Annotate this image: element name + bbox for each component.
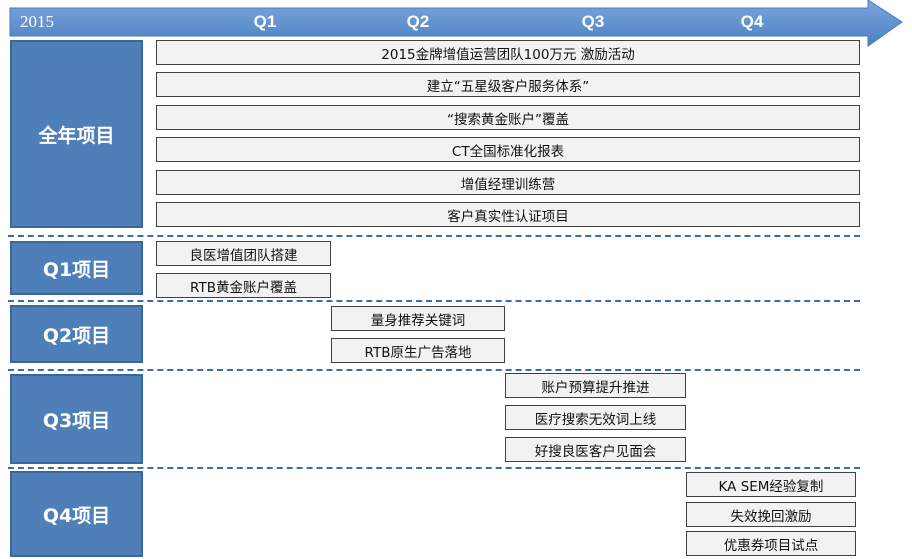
task-item: 优惠券项目试点 bbox=[686, 531, 856, 556]
task-item: KA SEM经验复制 bbox=[686, 472, 856, 497]
task-item: 增值经理训练营 bbox=[156, 170, 860, 195]
task-item: 良医增值团队搭建 bbox=[156, 241, 331, 266]
section-q1: Q1项目 bbox=[10, 241, 143, 295]
timeline-q1: Q1 bbox=[253, 12, 277, 31]
task-item: 量身推荐关键词 bbox=[331, 306, 505, 331]
task-item: 医疗搜索无效词上线 bbox=[505, 405, 686, 430]
timeline-q4: Q4 bbox=[740, 12, 764, 31]
timeline-q2: Q2 bbox=[406, 12, 430, 31]
task-item: RTB黄金账户覆盖 bbox=[156, 273, 331, 298]
section-full-year: 全年项目 bbox=[10, 40, 143, 228]
section-divider bbox=[8, 369, 860, 371]
task-item: 建立“五星级客户服务体系” bbox=[156, 72, 860, 97]
section-q4: Q4项目 bbox=[10, 471, 143, 557]
section-divider bbox=[8, 235, 860, 237]
timeline-q3: Q3 bbox=[581, 12, 605, 31]
task-item: 2015金牌增值运营团队100万元 激励活动 bbox=[156, 40, 860, 65]
timeline-year: 2015 bbox=[20, 12, 54, 31]
task-item: 账户预算提升推进 bbox=[505, 373, 686, 398]
section-divider bbox=[8, 467, 860, 469]
section-q3: Q3项目 bbox=[10, 374, 143, 464]
task-item: 失效挽回激励 bbox=[686, 502, 856, 527]
section-divider bbox=[8, 300, 860, 302]
task-item: 好搜良医客户见面会 bbox=[505, 437, 686, 462]
task-item: CT全国标准化报表 bbox=[156, 137, 860, 162]
task-item: “搜索黄金账户”覆盖 bbox=[156, 105, 860, 130]
section-q2: Q2项目 bbox=[10, 305, 143, 363]
task-item: RTB原生广告落地 bbox=[331, 338, 505, 363]
task-item: 客户真实性认证项目 bbox=[156, 202, 860, 227]
